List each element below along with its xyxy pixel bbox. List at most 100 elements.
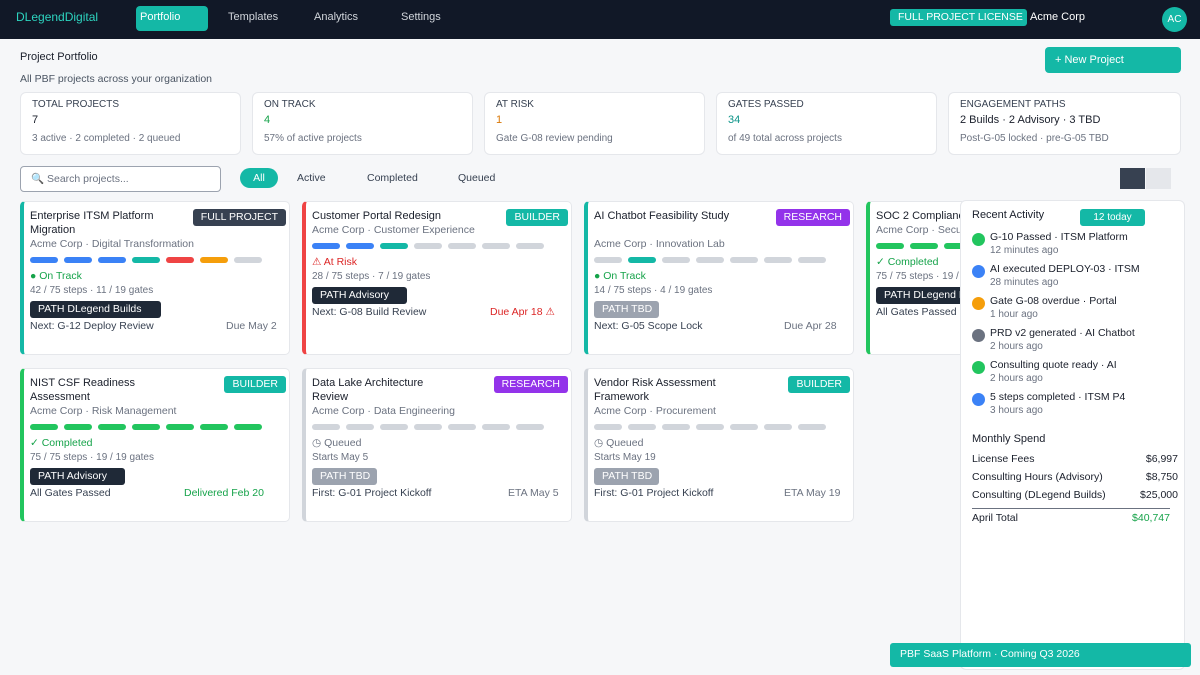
list-view-toggle[interactable]	[1146, 168, 1171, 189]
path-badge: PATH DLegend B	[876, 287, 962, 304]
filter-all[interactable]: All	[240, 168, 278, 188]
search-input[interactable]: 🔍 Search projects...	[20, 166, 221, 192]
stat-card-gates: GATES PASSED 34 of 49 total across proje…	[716, 92, 937, 155]
activity-count-badge: 12 today	[1080, 209, 1145, 226]
project-card[interactable]: AI Chatbot Feasibility Study RESEARCH Ac…	[584, 201, 854, 355]
project-status: ● On Track	[594, 270, 646, 282]
project-card[interactable]: SOC 2 Compliance Acme Corp · Secu ✓ Comp…	[866, 201, 962, 355]
spend-amount: $6,997	[1145, 453, 1178, 465]
progress-segments	[594, 257, 826, 263]
due-date: Due Apr 18 ⚠	[490, 306, 555, 318]
next-gate: Next: G-08 Build Review	[312, 306, 427, 318]
activity-time: 1 hour ago	[990, 309, 1038, 320]
project-title: Enterprise ITSM Platform Migration	[30, 210, 154, 236]
nav-analytics[interactable]: Analytics	[310, 6, 362, 31]
stat-value: 7	[32, 114, 39, 126]
activity-panel: Recent Activity 12 today G-10 Passed · I…	[960, 200, 1185, 670]
org-name[interactable]: Acme Corp	[1030, 11, 1085, 23]
project-card[interactable]: NIST CSF Readiness Assessment BUILDER Ac…	[20, 368, 290, 522]
project-client: Acme Corp · Secu	[876, 224, 962, 236]
path-badge: PATH Advisory	[30, 468, 125, 485]
nav-settings[interactable]: Settings	[397, 6, 445, 31]
project-steps: Starts May 19	[594, 452, 656, 463]
project-client: Acme Corp · Innovation Lab	[594, 238, 725, 250]
stat-sub: 57% of active projects	[264, 133, 362, 144]
project-card[interactable]: Data Lake Architecture Review RESEARCH A…	[302, 368, 572, 522]
due-date: Due May 2	[226, 320, 277, 332]
project-client: Acme Corp · Data Engineering	[312, 405, 455, 417]
status-dot-icon	[972, 361, 985, 374]
stat-value: 1	[496, 114, 503, 126]
path-badge: PATH TBD	[594, 468, 659, 485]
stat-label: ENGAGEMENT PATHS	[960, 99, 1066, 110]
stat-label: AT RISK	[496, 99, 534, 110]
avatar[interactable]: AC	[1162, 7, 1187, 32]
nav-templates[interactable]: Templates	[224, 6, 282, 31]
progress-segments	[312, 424, 544, 430]
activity-text: Consulting quote ready · AI	[990, 359, 1117, 371]
saas-banner[interactable]: PBF SaaS Platform · Coming Q3 2026	[890, 643, 1191, 667]
project-status: ◷ Queued	[594, 437, 644, 449]
progress-segments	[30, 257, 262, 263]
next-gate: First: G-01 Project Kickoff	[312, 487, 432, 499]
app-logo[interactable]: DLegendDigital	[16, 10, 98, 24]
project-type-badge: RESEARCH	[493, 376, 568, 393]
project-title: Vendor Risk Assessment Framework	[594, 377, 716, 403]
spend-row: License Fees $6,997	[972, 453, 1178, 465]
project-title: AI Chatbot Feasibility Study	[594, 210, 730, 222]
spend-row: Consulting Hours (Advisory) $8,750	[972, 471, 1178, 483]
spend-amount: $8,750	[1145, 471, 1178, 483]
project-steps: Starts May 5	[312, 452, 369, 463]
spend-title: Monthly Spend	[972, 433, 1046, 445]
project-type-badge: BUILDER	[506, 209, 568, 226]
stat-sub: Post-G-05 locked · pre-G-05 TBD	[960, 133, 1109, 144]
nav-portfolio[interactable]: Portfolio	[136, 6, 208, 31]
stat-value: 34	[728, 114, 741, 126]
project-status: ✓ Completed	[876, 256, 939, 268]
grid-view-toggle[interactable]	[1120, 168, 1145, 189]
stat-sub: 3 active · 2 completed · 2 queued	[32, 133, 181, 144]
spend-label: License Fees	[972, 453, 1035, 465]
stat-card-on-track: ON TRACK 4 57% of active projects	[252, 92, 473, 155]
project-card[interactable]: Vendor Risk Assessment Framework BUILDER…	[584, 368, 854, 522]
project-title: Customer Portal Redesign	[312, 210, 442, 222]
status-dot-icon	[972, 265, 985, 278]
activity-time: 12 minutes ago	[990, 245, 1059, 256]
filter-completed[interactable]: Completed	[359, 168, 426, 188]
activity-text: 5 steps completed · ITSM P4	[990, 391, 1126, 403]
path-badge: PATH Advisory	[312, 287, 407, 304]
spend-row: Consulting (DLegend Builds) $25,000	[972, 489, 1178, 501]
filter-active[interactable]: Active	[289, 168, 334, 188]
project-status: ● On Track	[30, 270, 82, 282]
due-date: Delivered Feb 20	[184, 487, 264, 499]
status-dot-icon	[972, 233, 985, 246]
filter-queued[interactable]: Queued	[450, 168, 503, 188]
activity-text: PRD v2 generated · AI Chatbot	[990, 327, 1135, 339]
activity-title: Recent Activity	[972, 209, 1045, 221]
due-date: ETA May 19	[784, 487, 841, 499]
new-project-button[interactable]: + New Project	[1045, 47, 1181, 73]
project-type-badge: RESEARCH	[775, 209, 850, 226]
spend-amount: $25,000	[1140, 489, 1178, 501]
due-date: Due Apr 28	[784, 320, 837, 332]
project-client: Acme Corp · Digital Transformation	[30, 238, 194, 250]
project-card[interactable]: Enterprise ITSM Platform Migration FULL …	[20, 201, 290, 355]
page-title: Project Portfolio	[20, 51, 98, 63]
project-status: ✓ Completed	[30, 437, 93, 449]
path-badge: PATH TBD	[312, 468, 377, 485]
project-title: NIST CSF Readiness Assessment	[30, 377, 135, 403]
status-dot-icon	[972, 393, 985, 406]
activity-text: AI executed DEPLOY-03 · ITSM	[990, 263, 1140, 275]
project-status: ⚠ At Risk	[312, 256, 358, 268]
due-date: ETA May 5	[508, 487, 559, 499]
stat-card-total: TOTAL PROJECTS 7 3 active · 2 completed …	[20, 92, 241, 155]
project-card[interactable]: Customer Portal Redesign BUILDER Acme Co…	[302, 201, 572, 355]
activity-time: 28 minutes ago	[990, 277, 1059, 288]
license-badge: FULL PROJECT LICENSE	[890, 9, 1027, 26]
spend-label: Consulting (DLegend Builds)	[972, 489, 1106, 501]
activity-text: G-10 Passed · ITSM Platform	[990, 231, 1128, 243]
stat-label: GATES PASSED	[728, 99, 804, 110]
spend-label: Consulting Hours (Advisory)	[972, 471, 1103, 483]
next-gate: First: G-01 Project Kickoff	[594, 487, 714, 499]
project-client: Acme Corp · Customer Experience	[312, 224, 475, 236]
